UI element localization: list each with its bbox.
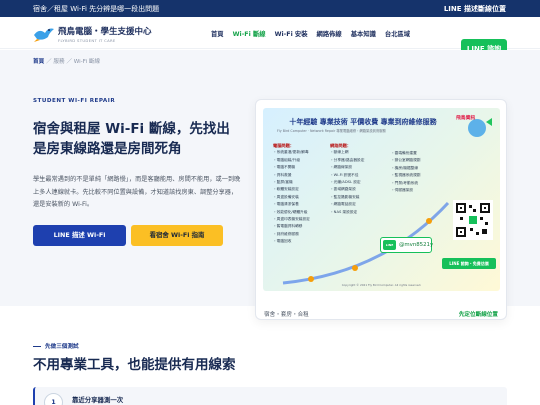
list-item: ・斷線上網 bbox=[330, 150, 349, 155]
announcement-bar: 宿舍／租屋 Wi-Fi 先分辨是哪一段出問題 LINE 描述斷線位置 bbox=[0, 0, 540, 17]
brand-tagline: FLYBIRD STUDENT IT CARE bbox=[58, 38, 116, 43]
list-item: ・網路電話設定 bbox=[330, 202, 356, 207]
list-item: ・軟體安裝設定 bbox=[273, 187, 299, 192]
nav-wifi-disconnect[interactable]: Wi-Fi 斷線 bbox=[233, 29, 266, 38]
test-step: 1 靠近分享器測一次 bbox=[33, 387, 507, 405]
announcement-text: 宿舍／租屋 Wi-Fi 先分辨是哪一段出問題 bbox=[33, 5, 160, 13]
breadcrumb-path: ／ 服務 ／ Wi-Fi 斷線 bbox=[44, 59, 101, 65]
list-item: ・效能優化/硬體升級 bbox=[273, 209, 308, 214]
hero-section: 首頁 ／ 服務 ／ Wi-Fi 斷線 STUDENT WI-FI REPAIR … bbox=[0, 50, 540, 320]
list-item: ・到府維修服務 bbox=[273, 231, 299, 236]
list-item: ・雲端備份建置 bbox=[391, 151, 417, 155]
main-nav: 首頁 Wi-Fi 斷線 Wi-Fi 安裝 網路佈線 基本知識 台北區域 bbox=[211, 29, 410, 38]
network-issues-list: 網路問題： ・斷線上網 ・分享器/路由器設定 ・網路線架設 ・Wi-Fi 訊號不… bbox=[330, 142, 364, 216]
list-item: ・Wi-Fi 訊號不佳 bbox=[330, 172, 359, 177]
list-item: ・監控攝影機安裝 bbox=[330, 194, 360, 199]
service-flyer-card: 十年經驗 專業技術 平價收費 專業到府維修服務 Fly Bird Compute… bbox=[255, 99, 507, 320]
service-flyer-image: 十年經驗 專業技術 平價收費 專業到府維修服務 Fly Bird Compute… bbox=[263, 108, 500, 291]
network-issues-heading: 網路問題： bbox=[330, 143, 351, 148]
step-title: 靠近分享器測一次 bbox=[72, 396, 124, 404]
qr-caption: LINE 諮詢・免費估價 bbox=[442, 258, 496, 269]
flyer-subtitle: Fly Bird Computer · Network Repair 專業電腦維… bbox=[277, 129, 386, 133]
computer-issues-list: 電腦問題： ・系統重灌/更新/解毒 ・電腦組裝/升級 ・電腦不開機 ・資料救援 … bbox=[273, 142, 310, 246]
line-wifi-button[interactable]: LINE 描述 Wi-Fi bbox=[33, 225, 126, 246]
section-title: 不用專業工具，也能提供有用線索 bbox=[33, 357, 236, 373]
list-item: ・電腦回收 bbox=[273, 239, 292, 244]
nav-wifi-install[interactable]: Wi-Fi 安裝 bbox=[275, 29, 308, 38]
list-item: ・周邊印表機安裝設定 bbox=[273, 217, 310, 222]
list-item: ・周邊設備安裝 bbox=[273, 194, 299, 199]
list-item: ・分享器/路由器設定 bbox=[330, 157, 365, 162]
breadcrumb: 首頁 ／ 服務 ／ Wi-Fi 斷線 bbox=[33, 57, 100, 65]
step-number: 1 bbox=[44, 393, 63, 405]
dorm-wifi-guide-button[interactable]: 看宿舍 Wi-Fi 指南 bbox=[131, 225, 223, 246]
breadcrumb-home[interactable]: 首頁 bbox=[33, 59, 44, 65]
line-id-tag: LINE @mvn8521y bbox=[380, 237, 434, 253]
list-item: ・資料救援 bbox=[273, 172, 292, 177]
list-item: ・網路線架設 bbox=[330, 165, 353, 170]
page-title: 宿舍與租屋 Wi-Fi 斷線，先找出是房東線路還是房間死角 bbox=[33, 121, 230, 157]
site-header: 飛鳥電腦・學生支援中心 FLYBIRD STUDENT IT CARE 首頁 W… bbox=[0, 17, 540, 60]
list-item: ・電腦清潔保養 bbox=[273, 202, 299, 207]
nav-taipei-area[interactable]: 台北區域 bbox=[385, 29, 410, 38]
card-caption: 宿舍・套房・合租 bbox=[264, 312, 309, 318]
list-item: ・辦公室網路規劃 bbox=[391, 158, 421, 163]
locate-disconnect-link[interactable]: 先定位斷線位置 bbox=[459, 310, 498, 318]
computer-issues-heading: 電腦問題： bbox=[273, 143, 294, 148]
flyer-copyright: Copyright © 2021 Fly Bird Computer. All … bbox=[341, 283, 422, 287]
line-qr-code-icon[interactable] bbox=[453, 200, 493, 240]
list-item: ・電腦組裝/升級 bbox=[273, 157, 301, 162]
list-item: ・電腦不開機 bbox=[273, 165, 296, 170]
list-item: ・區域網路架設 bbox=[330, 187, 356, 192]
nav-network-wiring[interactable]: 網路佈線 bbox=[317, 29, 342, 38]
list-item: ・監視器系統規劃 bbox=[391, 173, 421, 178]
list-item: ・門禁/考勤系統 bbox=[391, 180, 419, 185]
brand-name[interactable]: 飛鳥電腦・學生支援中心 bbox=[58, 25, 152, 37]
list-item: ・伺服器架設 bbox=[391, 188, 414, 193]
line-id: @mvn8521y bbox=[399, 242, 434, 248]
flyer-brand: 飛鳥資訊 bbox=[456, 116, 476, 121]
list-item: ・舊電腦資料轉移 bbox=[273, 224, 303, 229]
line-describe-link[interactable]: LINE 描述斷線位置 bbox=[444, 4, 506, 14]
list-item: ・NAS 架設設定 bbox=[330, 209, 358, 214]
nav-basics[interactable]: 基本知識 bbox=[351, 29, 376, 38]
bird-logo-icon[interactable] bbox=[33, 25, 55, 43]
list-item: ・藍屏/當機 bbox=[273, 180, 293, 185]
section-eyebrow: 先做三個測試 bbox=[33, 342, 79, 350]
list-item: ・系統重灌/更新/解毒 bbox=[273, 150, 309, 155]
hero-eyebrow: STUDENT WI-FI REPAIR bbox=[33, 98, 116, 104]
list-item: ・光纖/ADSL 設定 bbox=[330, 180, 361, 185]
line-icon: LINE bbox=[383, 240, 396, 250]
hero-description: 學生最常遇到的不是單純「網路慢」，而是客廳能用、房間不能用，或一到晚上多人連線就… bbox=[33, 176, 241, 208]
nav-home[interactable]: 首頁 bbox=[211, 29, 224, 38]
business-issues-list: ・雲端備份建置 ・辦公室網路規劃 ・機房/機櫃整線 ・監視器系統規劃 ・門禁/考… bbox=[391, 150, 421, 194]
flyer-title: 十年經驗 專業技術 平價收費 專業到府維修服務 bbox=[289, 118, 437, 126]
list-item: ・機房/機櫃整線 bbox=[391, 165, 419, 170]
